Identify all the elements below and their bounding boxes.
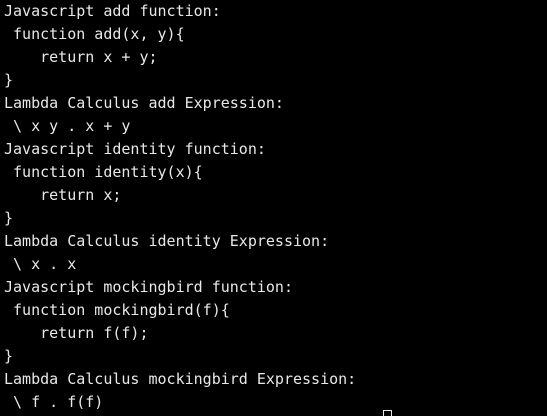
terminal-line: Javascript mockingbird function: [4, 278, 293, 296]
text-cursor [383, 410, 392, 416]
terminal-line: function identity(x){ [4, 163, 203, 181]
terminal-window[interactable]: Javascript add function: function add(x,… [0, 0, 547, 416]
terminal-line: function add(x, y){ [4, 25, 185, 43]
terminal-line: return x + y; [4, 48, 158, 66]
terminal-line: Lambda Calculus add Expression: [4, 94, 284, 112]
terminal-line: \ x y . x + y [4, 117, 131, 135]
terminal-line: \ x . x [4, 255, 77, 273]
terminal-line: Lambda Calculus identity Expression: [4, 232, 330, 250]
terminal-line: \ f . f(f) [4, 393, 104, 411]
terminal-line: Lambda Calculus mockingbird Expression: [4, 370, 357, 388]
terminal-line: Javascript identity function: [4, 140, 266, 158]
terminal-line: } [4, 71, 14, 89]
terminal-line: function mockingbird(f){ [4, 301, 230, 319]
terminal-line: return x; [4, 186, 122, 204]
terminal-line: Javascript add function: [4, 2, 221, 20]
terminal-line: } [4, 347, 14, 365]
terminal-line: } [4, 209, 14, 227]
terminal-line: return f(f); [4, 324, 149, 342]
